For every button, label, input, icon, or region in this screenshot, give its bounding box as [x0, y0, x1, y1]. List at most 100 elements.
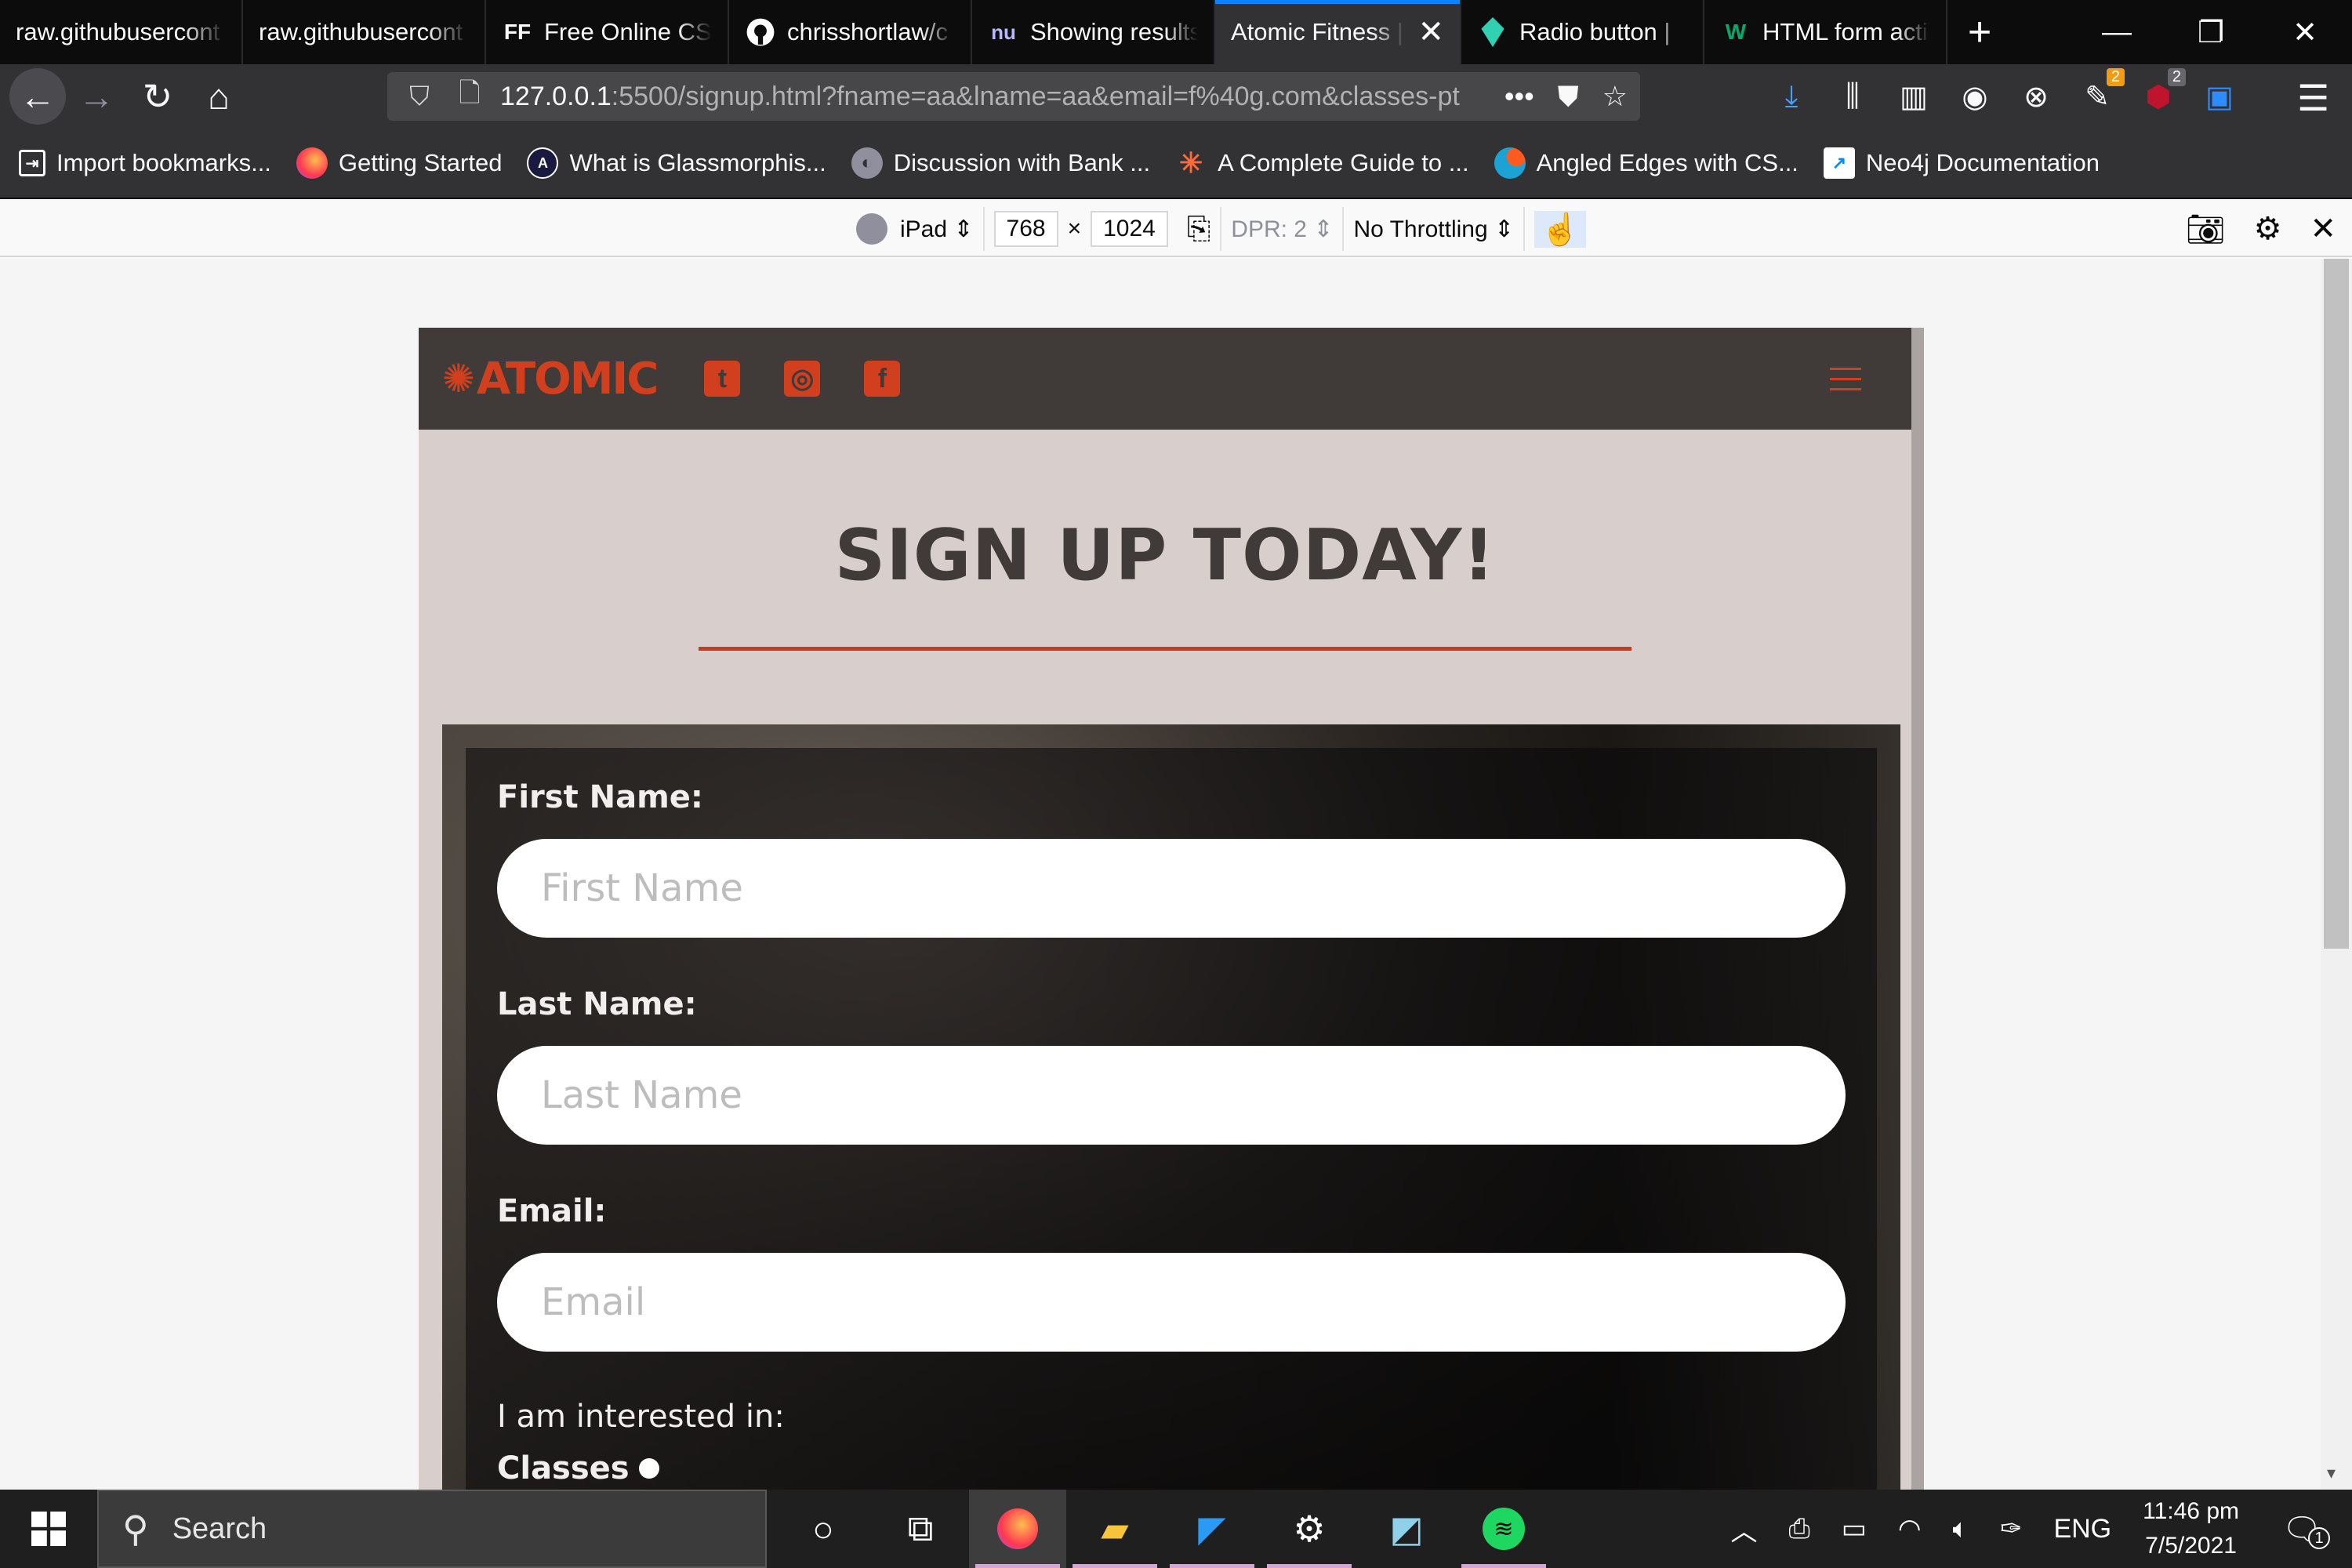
volume-icon[interactable]: 🔈︎ [1953, 1514, 1969, 1544]
bookmark-item[interactable]: ↗ Neo4j Documentation [1823, 147, 2100, 179]
atom-gear-icon: ✺ [442, 356, 475, 401]
screenshot-icon[interactable]: 📷︎ [2186, 211, 2226, 248]
bookmark-item[interactable]: A What is Glassmorphis... [527, 147, 826, 179]
tab-title: Showing results [1030, 18, 1198, 45]
meet-now-icon[interactable]: ⎙ [1789, 1514, 1810, 1544]
touch-simulation-icon[interactable]: ☝ [1534, 210, 1586, 248]
ublock-icon[interactable]: ⬢ 2 [2139, 67, 2186, 114]
cortana-icon[interactable]: ○ [775, 1490, 872, 1568]
twitter-icon[interactable]: t [704, 361, 741, 397]
discussion-icon: ◐ [851, 147, 883, 179]
home-button[interactable]: ⌂ [188, 66, 249, 127]
extension-badge: 2 [2106, 67, 2125, 86]
new-tab-button[interactable]: + [1947, 0, 2012, 64]
taskbar-search[interactable]: ⚲ Search [97, 1490, 767, 1568]
email-input[interactable] [497, 1253, 1846, 1352]
throttling-select[interactable]: No Throttling ⇕ [1353, 216, 1514, 243]
instagram-icon[interactable]: ◎ [784, 361, 821, 397]
tab-github[interactable]: chrisshortlaw/c [729, 0, 972, 64]
url-path: :5500/signup.html?fname=aa&lname=aa&emai… [611, 81, 1460, 111]
pocket-icon[interactable]: ⛊ [1558, 80, 1579, 114]
responsive-design-toolbar: iPad ⇕ 768 × 1024 ⎘ DPR: 2 ⇕ No Throttli… [0, 201, 2352, 257]
pen-icon[interactable]: ✑ [2000, 1513, 2023, 1544]
notes-app-icon[interactable]: ◩ [1358, 1490, 1455, 1568]
tab-free-online-css[interactable]: FF Free Online CSS [486, 0, 729, 64]
rdm-controls: iPad ⇕ 768 × 1024 ⎘ DPR: 2 ⇕ No Throttli… [856, 201, 1586, 257]
scrollbar-thumb[interactable] [2324, 259, 2349, 949]
divider [982, 207, 985, 251]
tab-html-form[interactable]: W HTML form acti [1704, 0, 1947, 64]
notification-center-icon[interactable]: 🗨︎ 1 [2270, 1511, 2333, 1549]
bookmark-star-icon[interactable]: ☆ [1602, 80, 1628, 114]
search-icon: ⚲ [122, 1508, 149, 1549]
rotate-icon[interactable]: ⎘ [1187, 212, 1210, 246]
bookmark-item[interactable]: ✳ A Complete Guide to ... [1175, 147, 1469, 179]
tray-overflow-icon[interactable]: ︿ [1731, 1510, 1758, 1548]
back-button[interactable]: ← [9, 68, 66, 125]
bookmark-item[interactable]: Getting Started [296, 147, 502, 179]
sidebar-icon[interactable]: ▥ [1894, 79, 1933, 114]
extension-badge-icon[interactable]: ✎ 2 [2078, 67, 2125, 114]
vscode-icon[interactable]: ◤ [1163, 1490, 1261, 1568]
settings-gear-icon[interactable]: ⚙ [2254, 211, 2282, 247]
scroll-down-arrow-icon[interactable]: ▾ [2327, 1463, 2336, 1483]
tab-radio-button[interactable]: Radio button | [1461, 0, 1704, 64]
wifi-icon[interactable]: ◠ [1898, 1513, 1922, 1544]
tab-raw-github-2[interactable]: raw.githubusercont [243, 0, 486, 64]
facebook-icon[interactable]: f [864, 361, 901, 397]
file-explorer-icon[interactable]: ▰ [1066, 1490, 1163, 1568]
restore-icon[interactable]: ❐ [2164, 0, 2258, 64]
browser-viewport: ✺ ATOMIC t ◎ f SIGN UP TODAY! First Name… [0, 259, 2321, 1490]
tab-showing-results[interactable]: nu Showing results [972, 0, 1215, 64]
battery-icon[interactable]: ▭ [1842, 1513, 1867, 1544]
account-icon[interactable]: ◉ [1955, 79, 1994, 114]
bookmark-item[interactable]: ◐ Discussion with Bank ... [851, 147, 1150, 179]
last-name-field: Last Name: [497, 986, 1846, 1145]
settings-icon[interactable]: ⚙ [1261, 1490, 1358, 1568]
site-logo[interactable]: ✺ ATOMIC [442, 354, 659, 405]
first-name-input[interactable] [497, 839, 1846, 938]
taskbar-clock[interactable]: 11:46 pm 7/5/2021 [2143, 1494, 2239, 1563]
minimize-icon[interactable]: — [2070, 0, 2164, 64]
extension-icon[interactable]: ⊗ [2016, 79, 2056, 114]
tab-title: Free Online CSS [544, 18, 712, 45]
close-window-icon[interactable]: ✕ [2258, 0, 2352, 64]
zoom-icon[interactable]: ▣ [2200, 79, 2239, 114]
language-indicator[interactable]: ENG [2053, 1514, 2111, 1544]
taskbar-apps: ○ ⧉ ▰ ◤ ⚙ ◩ ≋ [775, 1490, 1552, 1568]
close-tab-icon[interactable]: ✕ [1417, 14, 1444, 50]
close-rdm-icon[interactable]: ✕ [2310, 211, 2336, 247]
firefox-taskbar-icon[interactable] [969, 1490, 1066, 1568]
device-select[interactable]: iPad ⇕ [900, 216, 974, 243]
viewport-height-input[interactable]: 1024 [1091, 211, 1168, 247]
tab-raw-github-1[interactable]: raw.githubusercont [0, 0, 243, 64]
viewport-width-input[interactable]: 768 [993, 211, 1058, 247]
last-name-input[interactable] [497, 1046, 1846, 1145]
tab-title: HTML form acti [1762, 18, 1928, 45]
app-menu-icon[interactable]: ☰ [2297, 77, 2329, 119]
bookmark-label: What is Glassmorphis... [569, 149, 826, 176]
page-actions-icon[interactable]: ••• [1504, 80, 1534, 114]
spotify-icon[interactable]: ≋ [1455, 1490, 1552, 1568]
device-name: iPad [900, 216, 948, 242]
forward-button[interactable]: → [66, 66, 127, 127]
tab-atomic-fitness[interactable]: Atomic Fitness | ✕ [1215, 0, 1461, 64]
ublock-badge: 2 [2167, 67, 2186, 86]
dpr-select[interactable]: DPR: 2 ⇕ [1231, 216, 1333, 243]
task-view-icon[interactable]: ⧉ [872, 1490, 969, 1568]
classes-radio[interactable] [638, 1458, 659, 1479]
reload-button[interactable]: ↻ [127, 66, 188, 127]
tab-title: Atomic Fitness | [1231, 18, 1403, 45]
address-bar[interactable]: ⛉ 🗋 127.0.0.1:5500/signup.html?fname=aa&… [387, 72, 1640, 121]
hamburger-menu-icon[interactable] [1830, 367, 1861, 390]
library-icon[interactable]: ⫼ [1833, 80, 1872, 114]
viewport-scrollbar[interactable]: ▾ [2321, 259, 2352, 1490]
page-icon[interactable]: 🗋 [450, 74, 489, 119]
downloads-icon[interactable]: ⤓ [1772, 80, 1811, 114]
bookmark-item[interactable]: Angled Edges with CS... [1494, 147, 1798, 179]
bookmark-item[interactable]: ⇥ Import bookmarks... [19, 149, 271, 177]
system-tray: ︿ ⎙ ▭ ◠ 🔈︎ ✑ ENG 11:46 pm 7/5/2021 🗨︎ 1 [1731, 1494, 2352, 1563]
shield-icon[interactable]: ⛉ [400, 82, 439, 112]
windows-start-icon[interactable] [0, 1490, 97, 1568]
classes-option[interactable]: Classes [497, 1450, 1846, 1486]
